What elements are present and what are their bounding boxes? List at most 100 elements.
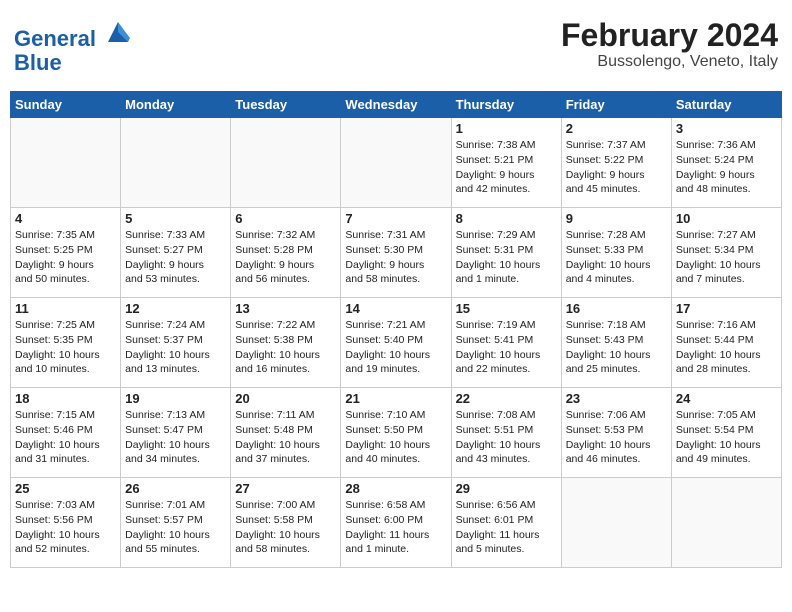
calendar-cell: 1 Sunrise: 7:38 AM Sunset: 5:21 PM Daylig…	[451, 118, 561, 208]
day-number: 14	[345, 301, 446, 316]
calendar-cell: 11Sunrise: 7:25 AM Sunset: 5:35 PM Dayli…	[11, 298, 121, 388]
day-header-saturday: Saturday	[671, 92, 781, 118]
cell-content: Sunrise: 7:28 AM Sunset: 5:33 PM Dayligh…	[566, 228, 667, 287]
calendar-cell: 28 Sunrise: 6:58 AM Sunset: 6:00 PM Dayli…	[341, 478, 451, 568]
calendar-cell: 23 Sunrise: 7:06 AM Sunset: 5:53 PM Dayli…	[561, 388, 671, 478]
calendar-cell: 14 Sunrise: 7:21 AM Sunset: 5:40 PM Dayli…	[341, 298, 451, 388]
day-number: 6	[235, 211, 336, 226]
cell-content: Sunrise: 7:38 AM Sunset: 5:21 PM Dayligh…	[456, 138, 557, 197]
calendar-cell	[121, 118, 231, 208]
calendar-week-2: 4Sunrise: 7:35 AM Sunset: 5:25 PM Daylig…	[11, 208, 782, 298]
calendar-cell: 18 Sunrise: 7:15 AM Sunset: 5:46 PM Dayli…	[11, 388, 121, 478]
calendar-cell: 22 Sunrise: 7:08 AM Sunset: 5:51 PM Dayli…	[451, 388, 561, 478]
calendar-cell: 27 Sunrise: 7:00 AM Sunset: 5:58 PM Dayli…	[231, 478, 341, 568]
cell-content: Sunrise: 7:01 AM Sunset: 5:57 PM Dayligh…	[125, 498, 226, 557]
cell-content: Sunrise: 7:37 AM Sunset: 5:22 PM Dayligh…	[566, 138, 667, 197]
cell-content: Sunrise: 7:29 AM Sunset: 5:31 PM Dayligh…	[456, 228, 557, 287]
cell-content: Sunrise: 7:06 AM Sunset: 5:53 PM Dayligh…	[566, 408, 667, 467]
calendar-cell	[561, 478, 671, 568]
day-number: 22	[456, 391, 557, 406]
day-number: 24	[676, 391, 777, 406]
day-number: 20	[235, 391, 336, 406]
logo: General Blue	[14, 18, 132, 75]
day-header-wednesday: Wednesday	[341, 92, 451, 118]
calendar-cell: 29 Sunrise: 6:56 AM Sunset: 6:01 PM Dayli…	[451, 478, 561, 568]
day-number: 10	[676, 211, 777, 226]
calendar-cell	[11, 118, 121, 208]
calendar-cell: 2 Sunrise: 7:37 AM Sunset: 5:22 PM Daylig…	[561, 118, 671, 208]
day-number: 18	[15, 391, 116, 406]
calendar-body: 1 Sunrise: 7:38 AM Sunset: 5:21 PM Daylig…	[11, 118, 782, 568]
page-header: General Blue February 2024 Bussolengo, V…	[10, 10, 782, 83]
day-number: 19	[125, 391, 226, 406]
cell-content: Sunrise: 7:21 AM Sunset: 5:40 PM Dayligh…	[345, 318, 446, 377]
cell-content: Sunrise: 7:19 AM Sunset: 5:41 PM Dayligh…	[456, 318, 557, 377]
day-number: 17	[676, 301, 777, 316]
day-number: 13	[235, 301, 336, 316]
cell-content: Sunrise: 7:08 AM Sunset: 5:51 PM Dayligh…	[456, 408, 557, 467]
day-number: 3	[676, 121, 777, 136]
calendar-cell: 21 Sunrise: 7:10 AM Sunset: 5:50 PM Dayli…	[341, 388, 451, 478]
calendar-cell: 24 Sunrise: 7:05 AM Sunset: 5:54 PM Dayli…	[671, 388, 781, 478]
cell-content: Sunrise: 7:16 AM Sunset: 5:44 PM Dayligh…	[676, 318, 777, 377]
calendar-week-5: 25 Sunrise: 7:03 AM Sunset: 5:56 PM Dayli…	[11, 478, 782, 568]
calendar-cell: 25 Sunrise: 7:03 AM Sunset: 5:56 PM Dayli…	[11, 478, 121, 568]
cell-content: Sunrise: 7:31 AM Sunset: 5:30 PM Dayligh…	[345, 228, 446, 287]
day-number: 11	[15, 301, 116, 316]
calendar-table: SundayMondayTuesdayWednesdayThursdayFrid…	[10, 91, 782, 568]
cell-content: Sunrise: 6:58 AM Sunset: 6:00 PM Dayligh…	[345, 498, 446, 557]
calendar-cell: 10 Sunrise: 7:27 AM Sunset: 5:34 PM Dayli…	[671, 208, 781, 298]
location: Bussolengo, Veneto, Italy	[561, 53, 778, 71]
calendar-cell: 15 Sunrise: 7:19 AM Sunset: 5:41 PM Dayli…	[451, 298, 561, 388]
day-number: 8	[456, 211, 557, 226]
cell-content: Sunrise: 7:35 AM Sunset: 5:25 PM Dayligh…	[15, 228, 116, 287]
cell-content: Sunrise: 7:00 AM Sunset: 5:58 PM Dayligh…	[235, 498, 336, 557]
cell-content: Sunrise: 7:13 AM Sunset: 5:47 PM Dayligh…	[125, 408, 226, 467]
calendar-cell: 9 Sunrise: 7:28 AM Sunset: 5:33 PM Daylig…	[561, 208, 671, 298]
day-number: 15	[456, 301, 557, 316]
calendar-cell	[231, 118, 341, 208]
calendar-header-row: SundayMondayTuesdayWednesdayThursdayFrid…	[11, 92, 782, 118]
day-number: 7	[345, 211, 446, 226]
day-number: 9	[566, 211, 667, 226]
logo-general: General	[14, 26, 96, 51]
day-number: 12	[125, 301, 226, 316]
cell-content: Sunrise: 7:27 AM Sunset: 5:34 PM Dayligh…	[676, 228, 777, 287]
day-number: 2	[566, 121, 667, 136]
day-number: 16	[566, 301, 667, 316]
day-header-monday: Monday	[121, 92, 231, 118]
calendar-week-3: 11Sunrise: 7:25 AM Sunset: 5:35 PM Dayli…	[11, 298, 782, 388]
day-number: 1	[456, 121, 557, 136]
calendar-cell	[341, 118, 451, 208]
cell-content: Sunrise: 7:10 AM Sunset: 5:50 PM Dayligh…	[345, 408, 446, 467]
day-number: 27	[235, 481, 336, 496]
calendar-cell	[671, 478, 781, 568]
cell-content: Sunrise: 7:03 AM Sunset: 5:56 PM Dayligh…	[15, 498, 116, 557]
day-header-sunday: Sunday	[11, 92, 121, 118]
calendar-cell: 12Sunrise: 7:24 AM Sunset: 5:37 PM Dayli…	[121, 298, 231, 388]
day-number: 28	[345, 481, 446, 496]
cell-content: Sunrise: 7:32 AM Sunset: 5:28 PM Dayligh…	[235, 228, 336, 287]
cell-content: Sunrise: 6:56 AM Sunset: 6:01 PM Dayligh…	[456, 498, 557, 557]
calendar-cell: 17 Sunrise: 7:16 AM Sunset: 5:44 PM Dayli…	[671, 298, 781, 388]
day-header-tuesday: Tuesday	[231, 92, 341, 118]
calendar-week-4: 18 Sunrise: 7:15 AM Sunset: 5:46 PM Dayli…	[11, 388, 782, 478]
day-number: 23	[566, 391, 667, 406]
calendar-cell: 26Sunrise: 7:01 AM Sunset: 5:57 PM Dayli…	[121, 478, 231, 568]
calendar-cell: 8 Sunrise: 7:29 AM Sunset: 5:31 PM Daylig…	[451, 208, 561, 298]
day-number: 29	[456, 481, 557, 496]
calendar-cell: 13Sunrise: 7:22 AM Sunset: 5:38 PM Dayli…	[231, 298, 341, 388]
calendar-week-1: 1 Sunrise: 7:38 AM Sunset: 5:21 PM Daylig…	[11, 118, 782, 208]
cell-content: Sunrise: 7:15 AM Sunset: 5:46 PM Dayligh…	[15, 408, 116, 467]
day-number: 5	[125, 211, 226, 226]
calendar-cell: 16Sunrise: 7:18 AM Sunset: 5:43 PM Dayli…	[561, 298, 671, 388]
cell-content: Sunrise: 7:05 AM Sunset: 5:54 PM Dayligh…	[676, 408, 777, 467]
cell-content: Sunrise: 7:33 AM Sunset: 5:27 PM Dayligh…	[125, 228, 226, 287]
calendar-cell: 20Sunrise: 7:11 AM Sunset: 5:48 PM Dayli…	[231, 388, 341, 478]
day-number: 25	[15, 481, 116, 496]
logo-blue: Blue	[14, 50, 62, 75]
cell-content: Sunrise: 7:36 AM Sunset: 5:24 PM Dayligh…	[676, 138, 777, 197]
day-number: 21	[345, 391, 446, 406]
day-header-friday: Friday	[561, 92, 671, 118]
calendar-cell: 5 Sunrise: 7:33 AM Sunset: 5:27 PM Daylig…	[121, 208, 231, 298]
